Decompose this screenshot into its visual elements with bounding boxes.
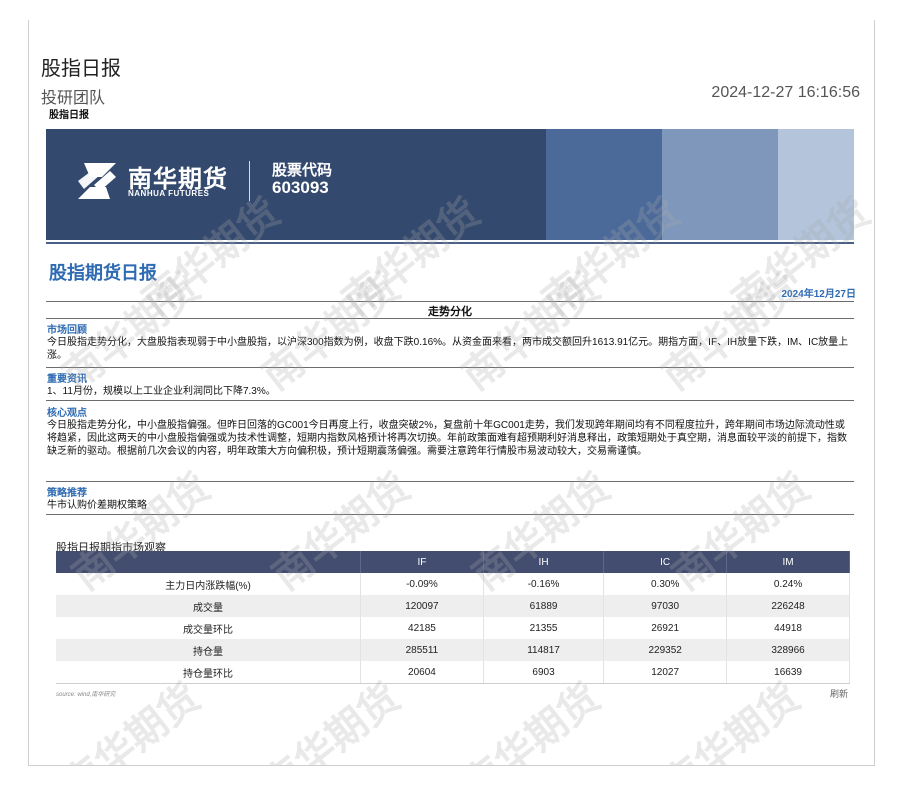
table-header-row: IF IH IC IM <box>56 551 850 573</box>
section-title-core-view: 核心观点 <box>47 408 87 419</box>
table-cell: 16639 <box>726 661 850 684</box>
report-title: 股指期货日报 <box>49 263 157 283</box>
table-cell: 328966 <box>726 639 850 661</box>
column-header-if: IF <box>360 551 484 573</box>
banner-divider <box>249 161 250 201</box>
report-heading: 走势分化 <box>428 306 472 318</box>
refresh-button[interactable]: 刷新 <box>830 687 848 700</box>
report-date: 2024年12月27日 <box>781 289 857 300</box>
section-title-strategy: 策略推荐 <box>47 488 87 499</box>
table-cell: 285511 <box>360 639 484 661</box>
company-banner: 南华期货 NANHUA FUTURES 股票代码 603093 <box>46 129 854 240</box>
company-name-en: NANHUA FUTURES <box>128 189 210 198</box>
report-frame: 股指日报 投研团队 股指日报 2024-12-27 16:16:56 南华期货 … <box>28 20 875 766</box>
page-title: 股指日报 <box>41 58 121 80</box>
column-header-ih: IH <box>483 551 605 573</box>
table-cell: -0.16% <box>483 573 605 595</box>
market-observation-table: IF IH IC IM 主力日内涨跌幅(%) -0.09% -0.16% 0.3… <box>56 551 850 684</box>
watermark: 南华期货 <box>254 265 409 399</box>
table-row: 成交量 120097 61889 97030 226248 <box>56 595 850 617</box>
divider <box>46 318 854 319</box>
row-label: 成交量环比 <box>56 617 361 639</box>
source-note: source: wind,南华研究 <box>56 692 116 698</box>
section-body-market-review: 今日股指走势分化，大盘股指表现弱于中小盘股指，以沪深300指数为例，收盘下跌0.… <box>47 337 849 361</box>
column-header-im: IM <box>726 551 850 573</box>
nanhua-logo-icon <box>78 163 116 199</box>
row-label: 成交量 <box>56 595 361 617</box>
table-cell: 21355 <box>483 617 605 639</box>
page-subtitle: 股指日报 <box>49 110 89 121</box>
table-cell: 44918 <box>726 617 850 639</box>
table-cell: 61889 <box>483 595 605 617</box>
banner-block <box>546 129 662 240</box>
divider <box>46 514 854 515</box>
report-timestamp: 2024-12-27 16:16:56 <box>711 84 860 101</box>
divider <box>46 301 854 302</box>
column-header-ic: IC <box>603 551 728 573</box>
table-row: 持仓量 285511 114817 229352 328966 <box>56 639 850 661</box>
table-row: 持仓量环比 20604 6903 12027 16639 <box>56 661 850 684</box>
watermark: 南华期货 <box>654 265 809 399</box>
section-body-core-view: 今日股指走势分化，中小盘股指偏强。但昨日回落的GC001今日再度上行，收盘突破2… <box>47 420 847 457</box>
section-title-market-review: 市场回顾 <box>47 325 87 336</box>
banner-block <box>662 129 778 240</box>
table-cell: 26921 <box>603 617 728 639</box>
divider <box>46 400 854 401</box>
table-cell: 12027 <box>603 661 728 684</box>
table-row: 成交量环比 42185 21355 26921 44918 <box>56 617 850 639</box>
table-cell: 20604 <box>360 661 484 684</box>
table-cell: 120097 <box>360 595 484 617</box>
divider <box>46 481 854 482</box>
section-body-news: 1、11月份，规模以上工业企业利润同比下降7.3%。 <box>47 386 276 397</box>
table-cell: 229352 <box>603 639 728 661</box>
table-cell: 114817 <box>483 639 605 661</box>
team-name: 投研团队 <box>41 90 106 107</box>
banner-block <box>778 129 854 240</box>
table-cell: 42185 <box>360 617 484 639</box>
table-cell: 0.30% <box>603 573 728 595</box>
column-header <box>56 551 361 573</box>
table-cell: -0.09% <box>360 573 484 595</box>
row-label: 持仓量 <box>56 639 361 661</box>
watermark: 南华期货 <box>454 265 609 399</box>
section-title-news: 重要资讯 <box>47 374 87 385</box>
stock-code-label: 股票代码 <box>272 162 333 179</box>
stock-code: 603093 <box>272 178 329 197</box>
row-label: 持仓量环比 <box>56 661 361 684</box>
table-row: 主力日内涨跌幅(%) -0.09% -0.16% 0.30% 0.24% <box>56 573 850 595</box>
section-body-strategy: 牛市认购价差期权策略 <box>47 500 147 511</box>
table-cell: 6903 <box>483 661 605 684</box>
table-cell: 97030 <box>603 595 728 617</box>
banner-underline <box>46 242 854 244</box>
table-cell: 226248 <box>726 595 850 617</box>
table-cell: 0.24% <box>726 573 850 595</box>
divider <box>46 367 854 368</box>
row-label: 主力日内涨跌幅(%) <box>56 573 361 595</box>
